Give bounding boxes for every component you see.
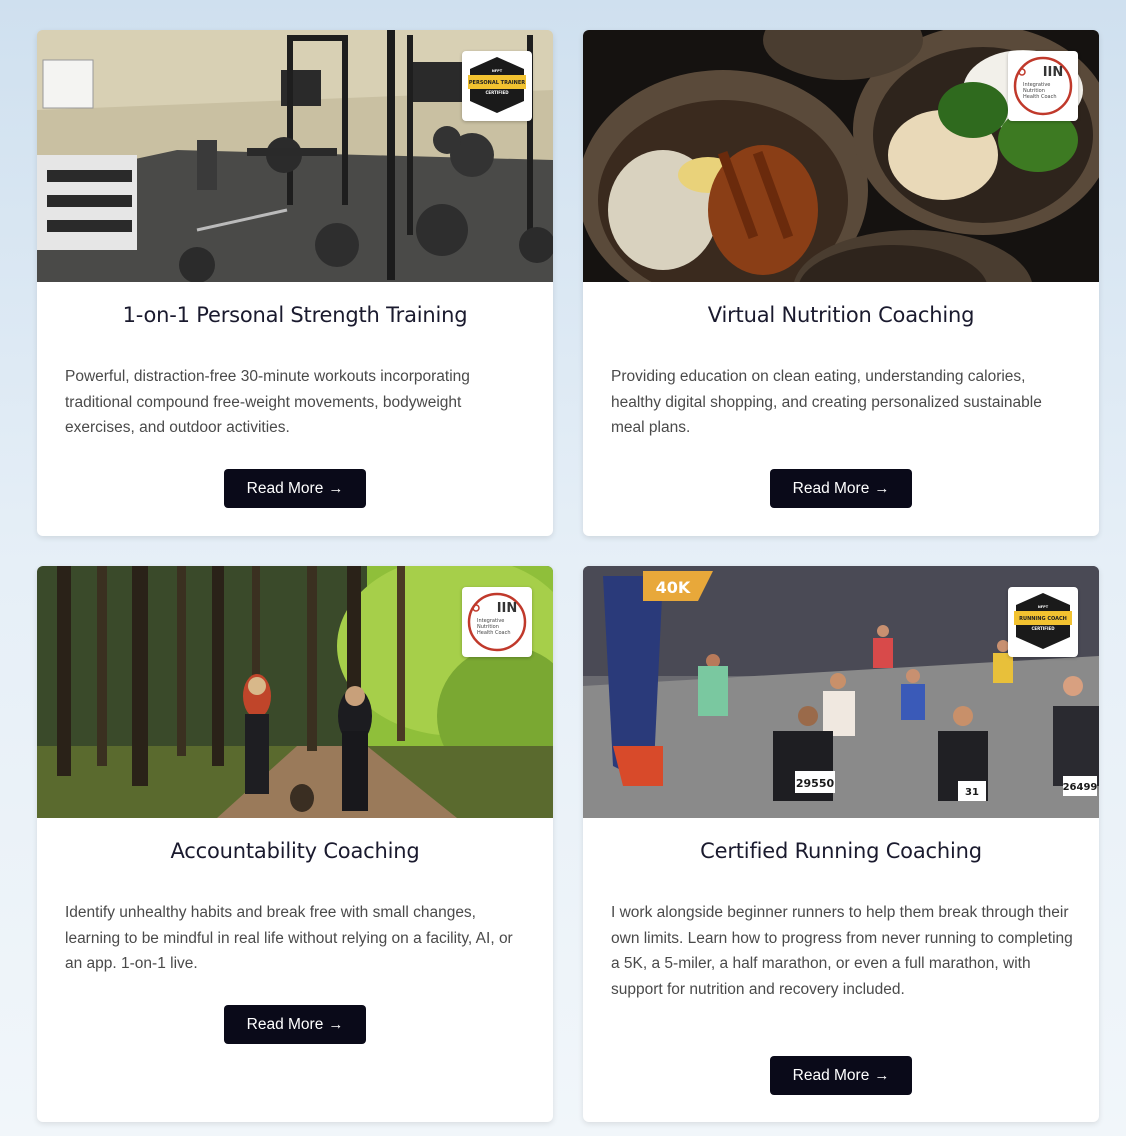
running-coach-certified-badge: NFPT RUNNING COACH CERTIFIED (1008, 587, 1078, 657)
service-card-running: 40K 29550 31 26499 NFPT RUNNING COACH CE… (583, 566, 1099, 1122)
meal-bowls-photo: IIN Integrative Nutrition Health Coach (583, 30, 1099, 282)
read-more-label: Read More (792, 479, 870, 497)
marathon-photo: 40K 29550 31 26499 NFPT RUNNING COACH CE… (583, 566, 1099, 818)
read-more-label: Read More (792, 1066, 870, 1084)
card-title: Certified Running Coaching (700, 839, 982, 863)
service-card-strength: NFPT PERSONAL TRAINER CERTIFIED 1-on-1 P… (37, 30, 553, 536)
card-description: Providing education on clean eating, und… (611, 368, 1042, 436)
service-card-nutrition: IIN Integrative Nutrition Health Coach V… (583, 30, 1099, 536)
arrow-right-icon: → (328, 1016, 344, 1033)
bib-number-text: 31 (965, 787, 979, 798)
bib-number-text: 29550 (796, 777, 835, 790)
service-card-accountability: IIN Integrative Nutrition Health Coach A… (37, 566, 553, 1122)
read-more-label: Read More (246, 479, 324, 497)
card-description: Powerful, distraction-free 30-minute wor… (65, 368, 470, 436)
card-title: Virtual Nutrition Coaching (707, 303, 975, 327)
read-more-button[interactable]: Read More → (770, 1056, 912, 1095)
read-more-label: Read More (246, 1015, 324, 1033)
bib-number-text: 26499 (1063, 782, 1098, 793)
home-gym-photo: NFPT PERSONAL TRAINER CERTIFIED (37, 30, 553, 282)
card-description: I work alongside beginner runners to hel… (611, 904, 1073, 998)
read-more-button[interactable]: Read More → (770, 469, 912, 508)
arrow-right-icon: → (874, 1067, 890, 1084)
card-title: 1-on-1 Personal Strength Training (122, 303, 468, 327)
arrow-right-icon: → (328, 480, 344, 497)
marker-40k-text: 40K (656, 578, 691, 597)
iin-health-coach-badge: IIN Integrative Nutrition Health Coach (1008, 51, 1078, 121)
read-more-button[interactable]: Read More → (224, 1005, 366, 1044)
card-description: Identify unhealthy habits and break free… (65, 904, 513, 972)
read-more-button[interactable]: Read More → (224, 469, 366, 508)
forest-walk-photo: IIN Integrative Nutrition Health Coach (37, 566, 553, 818)
iin-health-coach-badge: IIN Integrative Nutrition Health Coach (462, 587, 532, 657)
card-title: Accountability Coaching (170, 839, 420, 863)
personal-trainer-certified-badge: NFPT PERSONAL TRAINER CERTIFIED (462, 51, 532, 121)
arrow-right-icon: → (874, 480, 890, 497)
